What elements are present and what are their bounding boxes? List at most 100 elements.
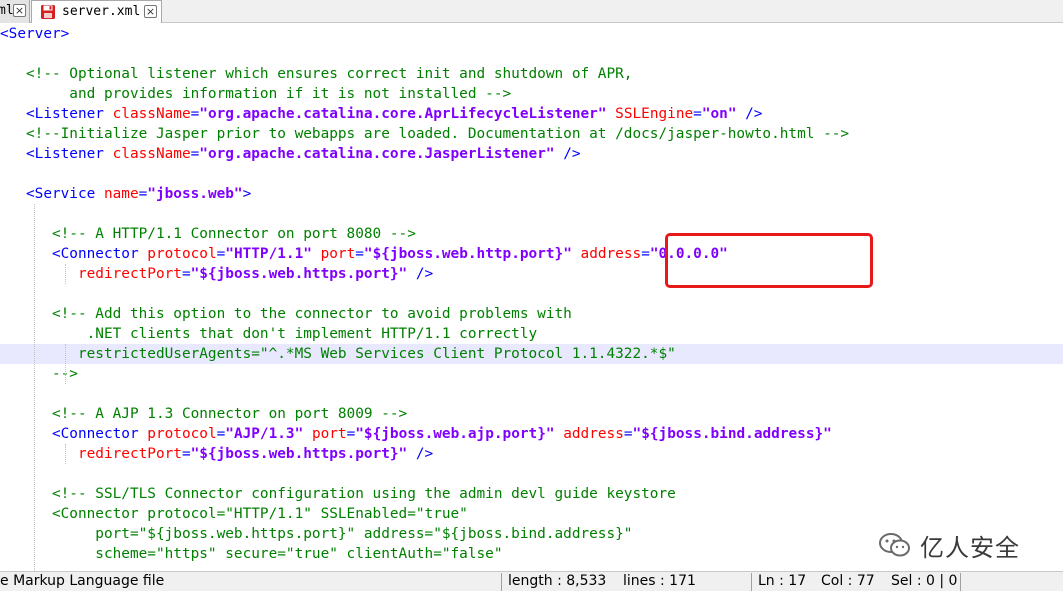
status-length: length : 8,533	[508, 573, 607, 589]
status-bar: e Markup Language file length : 8,533 li…	[0, 571, 1063, 591]
code-token: port	[311, 426, 347, 442]
code-token: <Server>	[0, 26, 70, 42]
code-line[interactable]: <Listener className="org.apache.catalina…	[0, 144, 1063, 164]
status-separator	[960, 573, 961, 591]
code-token: >	[242, 186, 252, 202]
code-token: redirectPort	[77, 446, 182, 462]
code-token: "${jboss.web.https.port}"	[190, 266, 408, 282]
code-token: =	[623, 426, 633, 442]
code-token: "${jboss.web.ajp.port}"	[355, 426, 555, 442]
code-token: <!-- A HTTP/1.1 Connector on port 8080 -…	[0, 226, 416, 242]
code-token: =	[190, 106, 200, 122]
status-col: Col : 77	[821, 573, 875, 589]
code-token: <!-- Add this option to the connector to…	[0, 306, 572, 322]
code-token: <!--Initialize Jasper prior to webapps a…	[0, 126, 850, 142]
code-line[interactable]	[0, 44, 1063, 64]
code-token: "AJP/1.3"	[225, 426, 304, 442]
code-token: <Service	[0, 186, 104, 202]
code-token: <!-- A AJP 1.3 Connector on port 8009 --…	[0, 406, 408, 422]
code-line[interactable]: <!-- Add this option to the connector to…	[0, 304, 1063, 324]
wechat-icon	[879, 533, 910, 557]
close-icon[interactable]: ×	[144, 5, 157, 18]
code-token: port	[320, 246, 356, 262]
code-token: =	[181, 446, 191, 462]
code-token: redirectPort	[77, 266, 182, 282]
code-line[interactable]: -->	[0, 364, 1063, 384]
code-token: "jboss.web"	[147, 186, 243, 202]
tab-previous-file[interactable]: ml ×	[0, 0, 30, 23]
code-line[interactable]: <!-- SSL/TLS Connector configuration usi…	[0, 484, 1063, 504]
code-line[interactable]: and provides information if it is not in…	[0, 84, 1063, 104]
close-icon[interactable]: ×	[13, 4, 26, 17]
code-line[interactable]: <Server>	[0, 24, 1063, 44]
tab-server-xml[interactable]: server.xml ×	[31, 0, 162, 23]
code-token: <!-- Optional listener which ensures cor…	[0, 66, 633, 82]
code-token: =	[641, 246, 650, 262]
code-token: "on"	[701, 106, 737, 122]
code-token: className	[112, 146, 191, 162]
code-line[interactable]: <Connector protocol="HTTP/1.1" port="${j…	[0, 244, 1063, 264]
tab-label: ml	[0, 3, 14, 18]
status-file-type: e Markup Language file	[0, 573, 165, 589]
code-line[interactable]: <Service name="jboss.web">	[0, 184, 1063, 204]
code-token: port="${jboss.web.https.port}" address="…	[0, 526, 633, 542]
code-token: =	[216, 426, 226, 442]
code-line[interactable]: <!-- A AJP 1.3 Connector on port 8009 --…	[0, 404, 1063, 424]
code-token: />	[736, 106, 763, 122]
code-token: <Connector protocol="HTTP/1.1" SSLEnable…	[0, 506, 468, 522]
code-token: .NET clients that don't implement HTTP/1…	[0, 326, 538, 342]
code-line[interactable]: <Connector protocol="HTTP/1.1" SSLEnable…	[0, 504, 1063, 524]
code-token: =	[181, 266, 191, 282]
code-line[interactable]: .NET clients that don't implement HTTP/1…	[0, 324, 1063, 344]
code-line[interactable]: <Listener className="org.apache.catalina…	[0, 104, 1063, 124]
code-token: scheme="https" secure="true" clientAuth=…	[0, 546, 503, 562]
code-token: "org.apache.catalina.core.AprLifecycleLi…	[199, 106, 607, 122]
code-token: =	[346, 426, 356, 442]
code-token: <Listener	[0, 146, 113, 162]
code-editor[interactable]: <Server> <!-- Optional listener which en…	[0, 24, 1063, 571]
status-separator	[501, 573, 502, 591]
code-line[interactable]	[0, 464, 1063, 484]
code-token: protocol	[147, 426, 217, 442]
code-line[interactable]: <!--Initialize Jasper prior to webapps a…	[0, 124, 1063, 144]
code-token: />	[407, 446, 434, 462]
code-token: =	[693, 106, 702, 122]
code-token: <Connector	[0, 246, 148, 262]
code-line[interactable]: redirectPort="${jboss.web.https.port}" /…	[0, 444, 1063, 464]
tab-bar: ml × server.xml ×	[0, 0, 1063, 23]
code-line[interactable]	[0, 384, 1063, 404]
status-lines: lines : 171	[623, 573, 696, 589]
status-sel: Sel : 0 | 0	[891, 573, 958, 589]
code-token: <Listener	[0, 106, 113, 122]
status-separator	[751, 573, 752, 591]
code-token: and provides information if it is not in…	[0, 86, 512, 102]
code-line[interactable]	[0, 204, 1063, 224]
code-token: "HTTP/1.1"	[225, 246, 312, 262]
code-line[interactable]: redirectPort="${jboss.web.https.port}" /…	[0, 264, 1063, 284]
code-token: restrictedUserAgents="^.*MS Web Services…	[0, 346, 676, 362]
code-token: name	[103, 186, 139, 202]
tab-label: server.xml	[62, 4, 141, 19]
code-token: SSLEngine	[615, 106, 694, 122]
indent-guide	[65, 264, 66, 284]
code-line[interactable]: <!-- Optional listener which ensures cor…	[0, 64, 1063, 84]
code-token: =	[190, 146, 200, 162]
code-token: protocol	[147, 246, 217, 262]
code-line[interactable]	[0, 284, 1063, 304]
code-line[interactable]: <Connector protocol="AJP/1.3" port="${jb…	[0, 424, 1063, 444]
watermark: 亿人安全	[878, 529, 1020, 562]
address-highlight-box	[665, 233, 873, 288]
status-ln: Ln : 17	[758, 573, 807, 589]
code-line-current[interactable]: restrictedUserAgents="^.*MS Web Services…	[0, 344, 1063, 364]
code-line[interactable]: <!-- A HTTP/1.1 Connector on port 8080 -…	[0, 224, 1063, 244]
code-line[interactable]	[0, 164, 1063, 184]
indent-guide	[34, 204, 35, 571]
code-token: />	[407, 266, 434, 282]
